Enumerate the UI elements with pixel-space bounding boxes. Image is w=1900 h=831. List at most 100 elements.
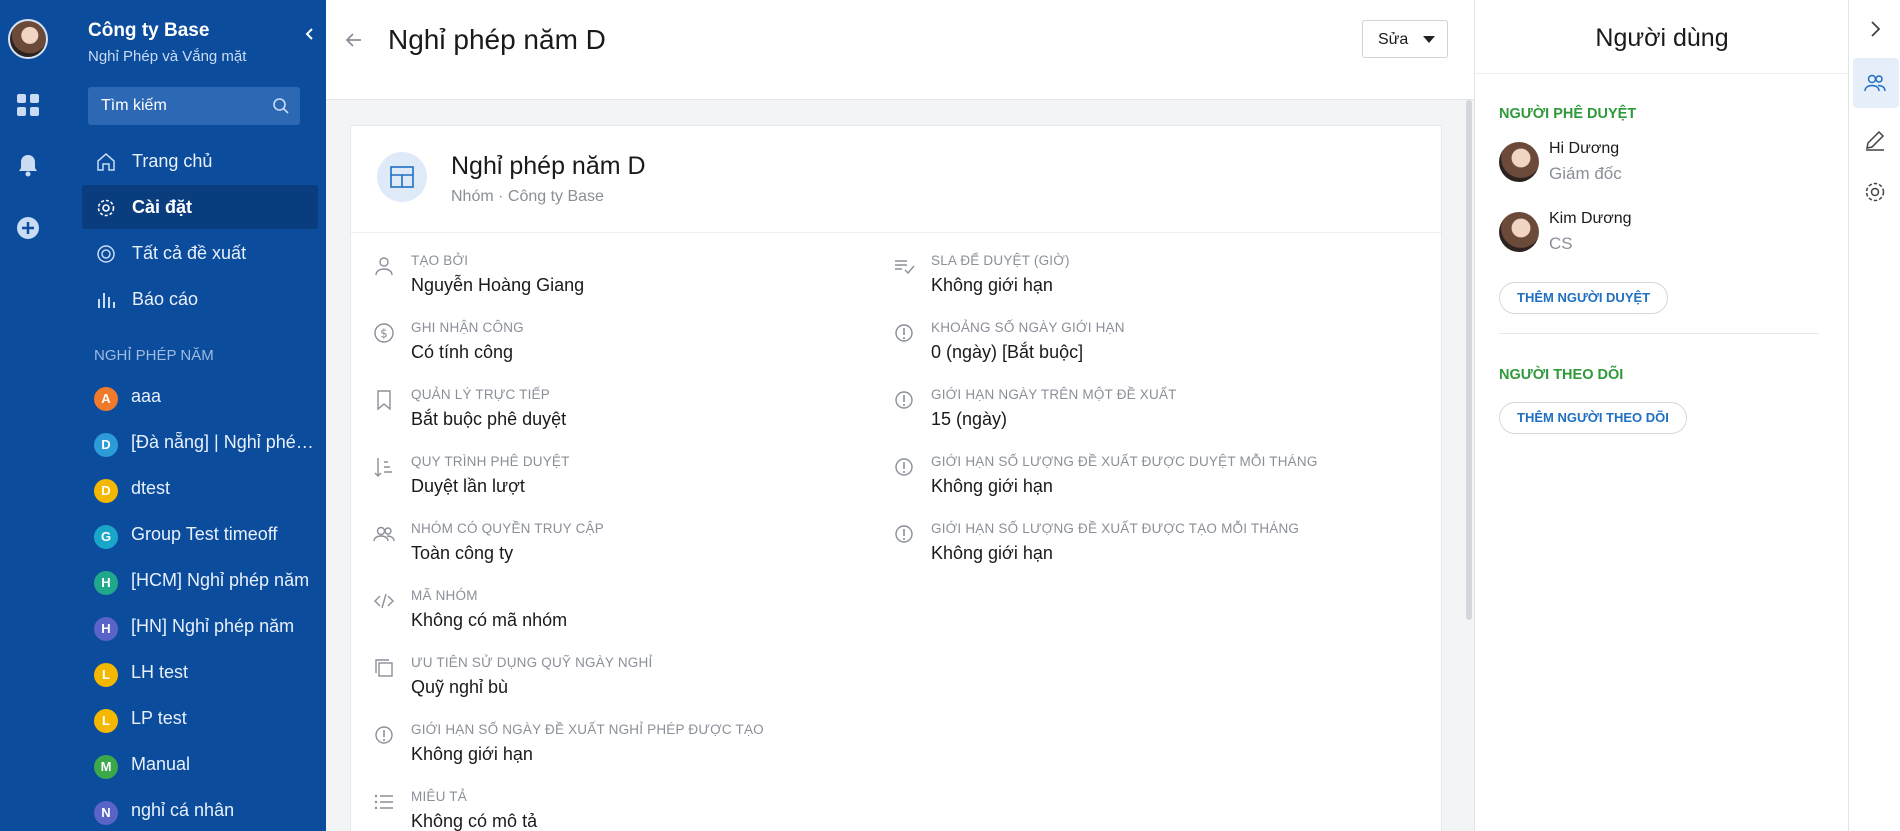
group-label: Manual [131,754,191,774]
bar-chart-icon [98,293,115,308]
bell-icon[interactable] [15,152,41,178]
field-label: MÃ NHÓM [411,588,478,603]
search-icon [273,98,289,114]
search-placeholder: Tìm kiếm [101,97,167,114]
page-header: Nghỉ phép năm D Sửa [326,0,1474,100]
approver-name: Hi Dương [1549,140,1620,157]
approver-item[interactable]: Kim Dương CS [1499,210,1819,262]
field-day-range-limit: KHOẢNG SỐ NGÀY GIỚI HẠN 0 (ngày) [Bắt bu… [893,318,1393,378]
field-value: Bắt buộc phê duyệt [411,409,567,429]
field-value: Không có mã nhóm [411,610,568,630]
group-badge: G [94,525,118,549]
search-input[interactable]: Tìm kiếm [88,87,300,125]
group-badge: H [94,571,118,595]
divider [1499,333,1819,334]
group-item[interactable]: M Manual [94,748,324,784]
field-description: MIÊU TẢ Không có mô tả [373,787,873,831]
info-icon [895,324,913,342]
nav-item-label: Cài đặt [132,197,193,217]
add-circle-icon[interactable] [15,215,41,241]
group-item[interactable]: G Group Test timeoff [94,518,324,554]
apps-grid-icon[interactable] [15,92,41,118]
avatar[interactable] [8,19,48,59]
group-label: nghỉ cá nhân [131,800,235,820]
nav-item-home[interactable]: Trang chủ [82,139,318,183]
followers-title: NGƯỜI THEO DÕI [1499,367,1624,383]
group-label: [HN] Nghỉ phép năm [131,616,295,636]
field-leave-fund-priority: ƯU TIÊN SỬ DỤNG QUỸ NGÀY NGHỈ Quỹ nghỉ b… [373,653,873,713]
group-label: aaa [131,386,162,406]
info-icon [895,458,913,476]
scrollbar[interactable] [1466,100,1472,620]
field-label: GIỚI HẠN SỐ NGÀY ĐỀ XUẤT NGHỈ PHÉP ĐƯỢC … [411,722,764,737]
group-item[interactable]: N nghỉ cá nhân [94,794,324,830]
nav-item-settings[interactable]: Cài đặt [82,185,318,229]
checklist-icon [895,260,915,275]
field-value: Không có mô tả [411,811,538,831]
group-item[interactable]: L LP test [94,702,324,738]
field-label: KHOẢNG SỐ NGÀY GIỚI HẠN [931,320,1125,335]
group-item[interactable]: H [HCM] Nghỉ phép năm [94,564,324,600]
group-item[interactable]: D dtest [94,472,324,508]
group-label: LP test [131,708,187,728]
approver-item[interactable]: Hi Dương Giám đốc [1499,140,1819,192]
group-item[interactable]: A aaa [94,380,324,416]
page-title: Nghỉ phép năm D [388,24,606,55]
home-icon [97,153,115,171]
field-value: 15 (ngày) [931,409,1008,429]
group-badge: D [94,433,118,457]
approver-name: Kim Dương [1549,210,1632,227]
company-name: Công ty Base [88,20,210,41]
field-label: GIỚI HẠN SỐ LƯỢNG ĐỀ XUẤT ĐƯỢC DUYỆT MỖI… [931,454,1318,469]
edit-dropdown-button[interactable]: Sửa [1362,20,1448,58]
divider [1475,73,1849,74]
field-label: QUẢN LÝ TRỰC TIẾP [411,387,550,402]
chevron-right-icon[interactable] [1863,17,1887,41]
panel-title: Người dùng [1595,24,1729,52]
nav-item-label: Tất cả đề xuất [132,243,247,263]
sort-icon [374,458,392,477]
field-value: Không giới hạn [931,275,1053,295]
gear-icon[interactable] [1863,180,1887,204]
field-label: TẠO BỞI [411,253,469,268]
approver-role: CS [1549,234,1573,253]
arrow-left-icon[interactable] [344,30,364,50]
nav-item-label: Báo cáo [132,289,199,309]
user-icon [375,257,393,276]
group-badge: L [94,709,118,733]
app-rail [0,0,56,831]
chevron-left-icon[interactable] [302,26,318,42]
nav-item-all-requests[interactable]: Tất cả đề xuất [82,231,318,275]
layout-icon [377,152,427,202]
bookmark-icon [377,390,391,411]
group-label: dtest [131,478,171,498]
field-label: QUY TRÌNH PHÊ DUYỆT [411,454,570,469]
card-title: Nghỉ phép năm D [451,152,646,180]
dollar-icon: $ [374,323,394,343]
field-label: MIÊU TẢ [411,789,467,804]
field-value: Nguyễn Hoàng Giang [411,275,585,295]
edit-icon[interactable] [1863,128,1887,152]
add-follower-button[interactable]: THÊM NGƯỜI THEO DÕI [1499,402,1687,434]
field-label: GIỚI HẠN SỐ LƯỢNG ĐỀ XUẤT ĐƯỢC TẠO MỖI T… [931,521,1300,536]
group-item[interactable]: D [Đà nẵng] | Nghỉ phép năm [94,426,324,462]
edit-label: Sửa [1378,31,1409,48]
field-label: GIỚI HẠN NGÀY TRÊN MỘT ĐỀ XUẤT [931,387,1177,402]
info-icon [895,525,913,543]
group-item[interactable]: L LH test [94,656,324,692]
users-panel: Người dùng NGƯỜI PHÊ DUYỆT Hi Dương Giám… [1474,0,1849,831]
group-label: [HCM] Nghỉ phép năm [131,570,310,590]
card-subtitle: Nhóm · Công ty Base [451,188,604,205]
right-rail [1848,0,1900,831]
field-value: Duyệt lần lượt [411,476,525,496]
field-approved-per-month: GIỚI HẠN SỐ LƯỢNG ĐỀ XUẤT ĐƯỢC DUYỆT MỖI… [893,452,1393,512]
add-approver-button[interactable]: THÊM NGƯỜI DUYỆT [1499,282,1669,314]
app-subtitle: Nghỉ Phép và Vắng mặt [88,48,247,65]
nav-item-reports[interactable]: Báo cáo [82,277,318,321]
approvers-title: NGƯỜI PHÊ DUYỆT [1499,106,1637,122]
users-icon [373,526,395,542]
field-label: GHI NHẬN CÔNG [411,320,524,335]
info-icon [375,726,393,744]
group-item[interactable]: H [HN] Nghỉ phép năm [94,610,324,646]
users-icon[interactable] [1863,71,1887,95]
